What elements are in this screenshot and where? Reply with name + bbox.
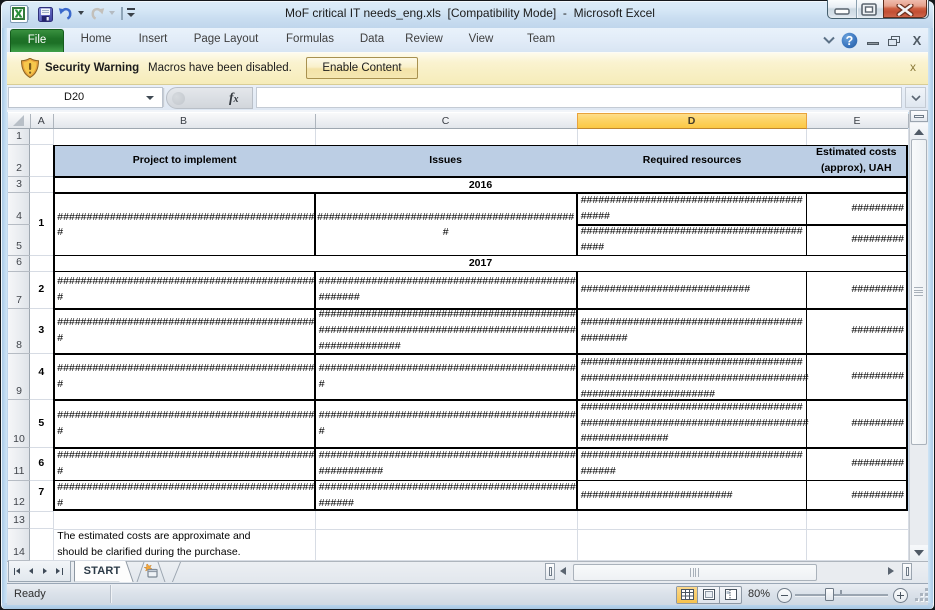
svg-text:?: ?: [846, 34, 854, 48]
